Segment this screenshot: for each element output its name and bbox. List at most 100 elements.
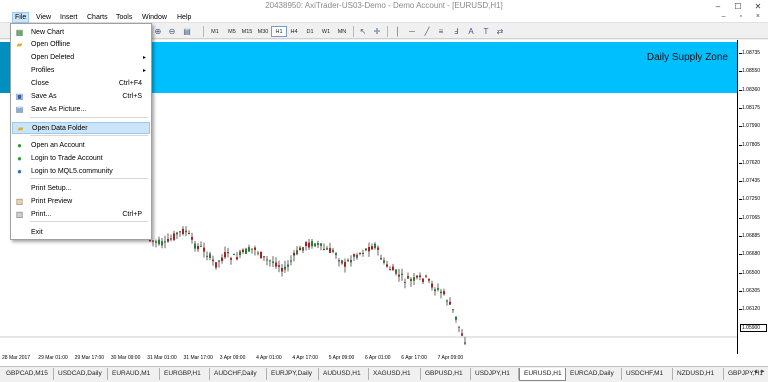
candle-body [278,265,280,267]
file-menu-item-login-to-mql5-community[interactable]: ● Login to MQL5.community [12,166,150,178]
templates-icon[interactable]: ▤ [181,26,193,37]
chart-tab-eurjpy-daily[interactable]: EURJPY,Daily [267,368,319,380]
crosshair-icon[interactable]: ✛ [371,26,383,37]
mql5-icon: ● [17,167,22,176]
chart-tab-xagusd-h1[interactable]: XAGUSD,H1 [369,368,421,380]
period-h4[interactable]: H4 [286,26,302,37]
period-m30[interactable]: M30 [255,26,271,37]
maximize-button[interactable]: ☐ [728,0,748,12]
candle-body [374,243,376,249]
file-menu-item-open-data-folder[interactable]: ▰ Open Data Folder [12,122,150,134]
file-menu-item-label: Open Deleted [31,54,75,61]
cursor-icon[interactable]: ↖ [357,26,369,37]
period-m1[interactable]: M1 [207,26,223,37]
candle-body [275,262,277,267]
file-menu-item-print-preview[interactable]: ▥ Print Preview [12,196,150,208]
period-m15[interactable]: M15 [239,26,255,37]
file-menu-item-exit[interactable]: Exit [12,227,150,239]
menu-file[interactable]: File [12,12,30,23]
candle-body [287,264,289,267]
candle-body [410,278,412,282]
vertical-line-icon[interactable]: │ [392,26,404,37]
period-w1[interactable]: W1 [318,26,334,37]
candle-body [437,288,439,290]
candle-body [224,252,226,258]
horizontal-line-icon[interactable]: ─ [406,26,418,37]
text-icon[interactable]: A [465,26,477,37]
candle-body [236,257,238,260]
chart-tab-nzdusd-h1[interactable]: NZDUSD,H1 [673,368,724,380]
zoom-in-icon[interactable]: ⊕ [152,26,164,37]
period-d1[interactable]: D1 [302,26,318,37]
save-icon: ▣ [15,92,24,101]
file-menu-item-save-as[interactable]: ▣ Save As Ctrl+S [12,91,150,103]
menu-view[interactable]: View [34,13,53,22]
menu-separator [30,117,148,118]
candle-body [446,300,448,302]
chart-tab-eurgbp-h1[interactable]: EURGBP,H1 [160,368,210,380]
time-label: 29 Mar 01:00 [38,355,68,361]
candle-body [152,240,154,242]
file-menu-item-print-setup[interactable]: Print Setup... [12,183,150,195]
chart-tab-euraud-m1[interactable]: EURAUD,M1 [108,368,160,380]
menu-tools[interactable]: Tools [114,13,134,22]
file-menu-item-new-chart[interactable]: ▦ New Chart [12,27,150,39]
channel-icon[interactable]: ≡ [435,26,447,37]
trendline-icon[interactable]: ╱ [421,26,433,37]
file-menu-item-open-an-account[interactable]: ● Open an Account [12,140,150,152]
file-menu-item-save-as-picture[interactable]: ▤ Save As Picture... [12,104,150,116]
menu-help[interactable]: Help [175,13,193,22]
mdi-controls[interactable]: – ▫ × [722,13,766,20]
chart-tab-usdchf-m1[interactable]: USDCHF,M1 [622,368,673,380]
candle-body [455,316,457,320]
candle-body [368,247,370,252]
period-h1[interactable]: H1 [271,26,287,37]
file-menu-item-open-offline[interactable]: ▰ Open Offline [12,39,150,51]
arrows-icon[interactable]: ⇄ [494,26,506,37]
menu-separator [30,221,148,222]
minimize-button[interactable]: – [708,0,728,12]
chart-tab-usdjpy-h1[interactable]: USDJPY,H1 [471,368,519,380]
chart-tab-gbpusd-h1[interactable]: GBPUSD,H1 [421,368,471,380]
submenu-arrow-icon: ▸ [142,68,146,74]
folder-icon: ▰ [17,124,24,133]
time-axis[interactable]: 28 Mar 2017 29 Mar 01:00 29 Mar 17:00 30 Ma… [0,354,738,366]
file-menu-item-login-to-trade-account[interactable]: ● Login to Trade Account [12,153,150,165]
chart-tab-usdcad-daily[interactable]: USDCAD,Daily [54,368,108,380]
chart-tab-eurcad-daily[interactable]: EURCAD,Daily [566,368,622,380]
candle-body [371,246,373,250]
chart-tab-gbpcad-m15[interactable]: GBPCAD,M15 [2,368,54,380]
candle-body [251,248,253,250]
file-menu-item-close[interactable]: Close Ctrl+F4 [12,78,150,90]
price-axis[interactable]: 1.08735 1.08550 1.08360 1.08175 1.07990 1.078… [739,40,768,354]
candle-body [149,239,151,241]
menu-insert[interactable]: Insert [58,13,80,22]
candle-body [389,269,391,271]
zoom-out-icon[interactable]: ⊖ [166,26,178,37]
period-mn[interactable]: MN [334,26,350,37]
candle-body [173,233,175,240]
file-menu-item-label: Login to MQL5.community [31,168,113,175]
file-menu-item-open-deleted[interactable]: Open Deleted ▸ [12,52,150,64]
chart-tab-audchf-daily[interactable]: AUDCHF,Daily [210,368,267,380]
close-button[interactable]: ✕ [748,0,768,12]
chart-tab-eurusd-h1[interactable]: EURUSD,H1 [519,368,566,381]
candle-body [263,256,265,258]
period-m5[interactable]: M5 [224,26,240,37]
menu-window[interactable]: Window [140,13,169,22]
chart-tab-gbpjpy-h1[interactable]: GBPJPY,H1 [724,368,768,380]
price-label: 1.06305 [742,287,761,294]
candle-body [305,242,307,247]
file-menu-item-profiles[interactable]: Profiles ▸ [12,65,150,77]
candle-body [353,254,355,257]
menu-charts[interactable]: Charts [85,13,110,22]
candle-body [413,277,415,281]
fibonacci-icon[interactable]: Ⅎ [450,26,462,37]
time-label: 31 Mar 17:00 [183,355,213,361]
label-icon[interactable]: T [480,26,492,37]
chart-tab-audusd-h1[interactable]: AUDUSD,H1 [319,368,369,380]
candle-body [206,255,208,257]
candle-body [191,236,193,240]
candle-body [464,342,466,344]
file-menu-item-print[interactable]: ▥ Print... Ctrl+P [12,209,150,221]
